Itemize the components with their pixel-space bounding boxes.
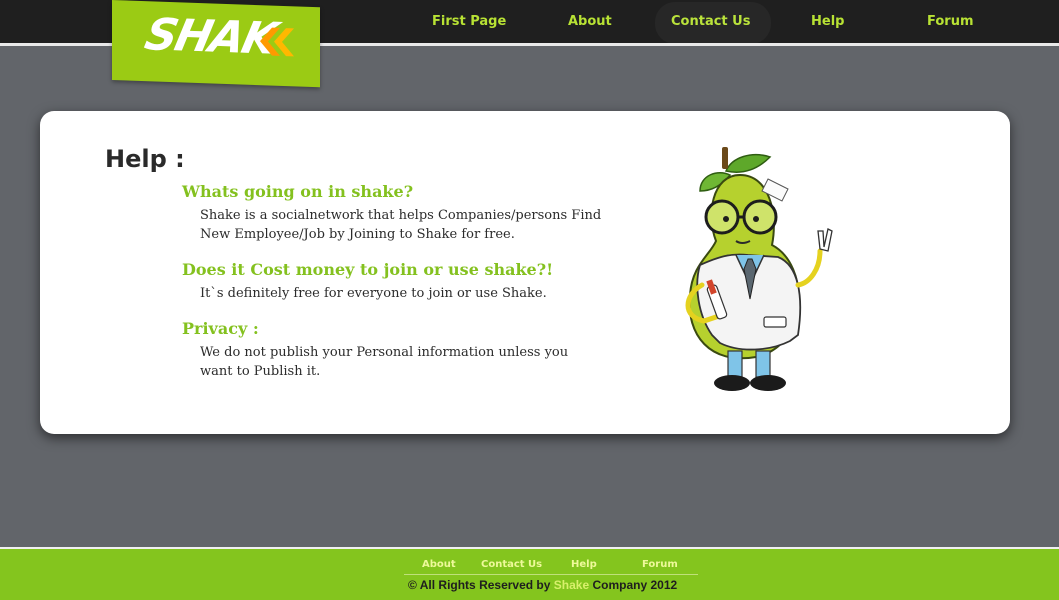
nav-forum[interactable]: Forum: [927, 14, 974, 29]
faq-question: Does it Cost money to join or use shake?…: [182, 260, 554, 279]
copyright-prefix: © All Rights Reserved by: [408, 578, 551, 592]
faq-question: Privacy :: [182, 319, 259, 338]
page-title: Help :: [105, 145, 185, 173]
faq-item: Privacy : We do not publish your Persona…: [182, 319, 602, 381]
footer-link-forum[interactable]: Forum: [642, 559, 678, 570]
faq-answer: We do not publish your Personal informat…: [200, 345, 569, 379]
site-logo[interactable]: SHAK: [112, 0, 320, 88]
nav-first-page[interactable]: First Page: [432, 14, 506, 29]
footer-link-help[interactable]: Help: [571, 559, 597, 570]
footer-links: About Contact Us Help Forum: [404, 559, 698, 575]
nav-contact-us[interactable]: Contact Us: [654, 2, 772, 44]
faq-answer: It`s definitely free for everyone to joi…: [200, 286, 547, 301]
pear-doctor-mascot: [685, 147, 833, 391]
copyright-brand: Shake: [553, 578, 590, 592]
faq-answer: Shake is a socialnetwork that helps Comp…: [200, 208, 602, 242]
faq-item: Whats going on in shake? Shake is a soci…: [182, 182, 602, 244]
footer-link-about[interactable]: About: [422, 559, 456, 570]
site-footer: About Contact Us Help Forum © All Rights…: [0, 547, 1059, 600]
nav-help[interactable]: Help: [811, 14, 844, 29]
faq-question: Whats going on in shake?: [182, 182, 414, 201]
copyright-text: © All Rights Reserved by Shake Company 2…: [408, 578, 677, 592]
nav-about[interactable]: About: [568, 14, 612, 29]
help-content-card: Help : Whats going on in shake? Shake is…: [40, 111, 1010, 434]
footer-link-contact-us[interactable]: Contact Us: [481, 559, 542, 570]
copyright-suffix: Company 2012: [592, 578, 678, 592]
double-chevron-right-icon: [260, 27, 294, 57]
faq-item: Does it Cost money to join or use shake?…: [182, 260, 602, 303]
